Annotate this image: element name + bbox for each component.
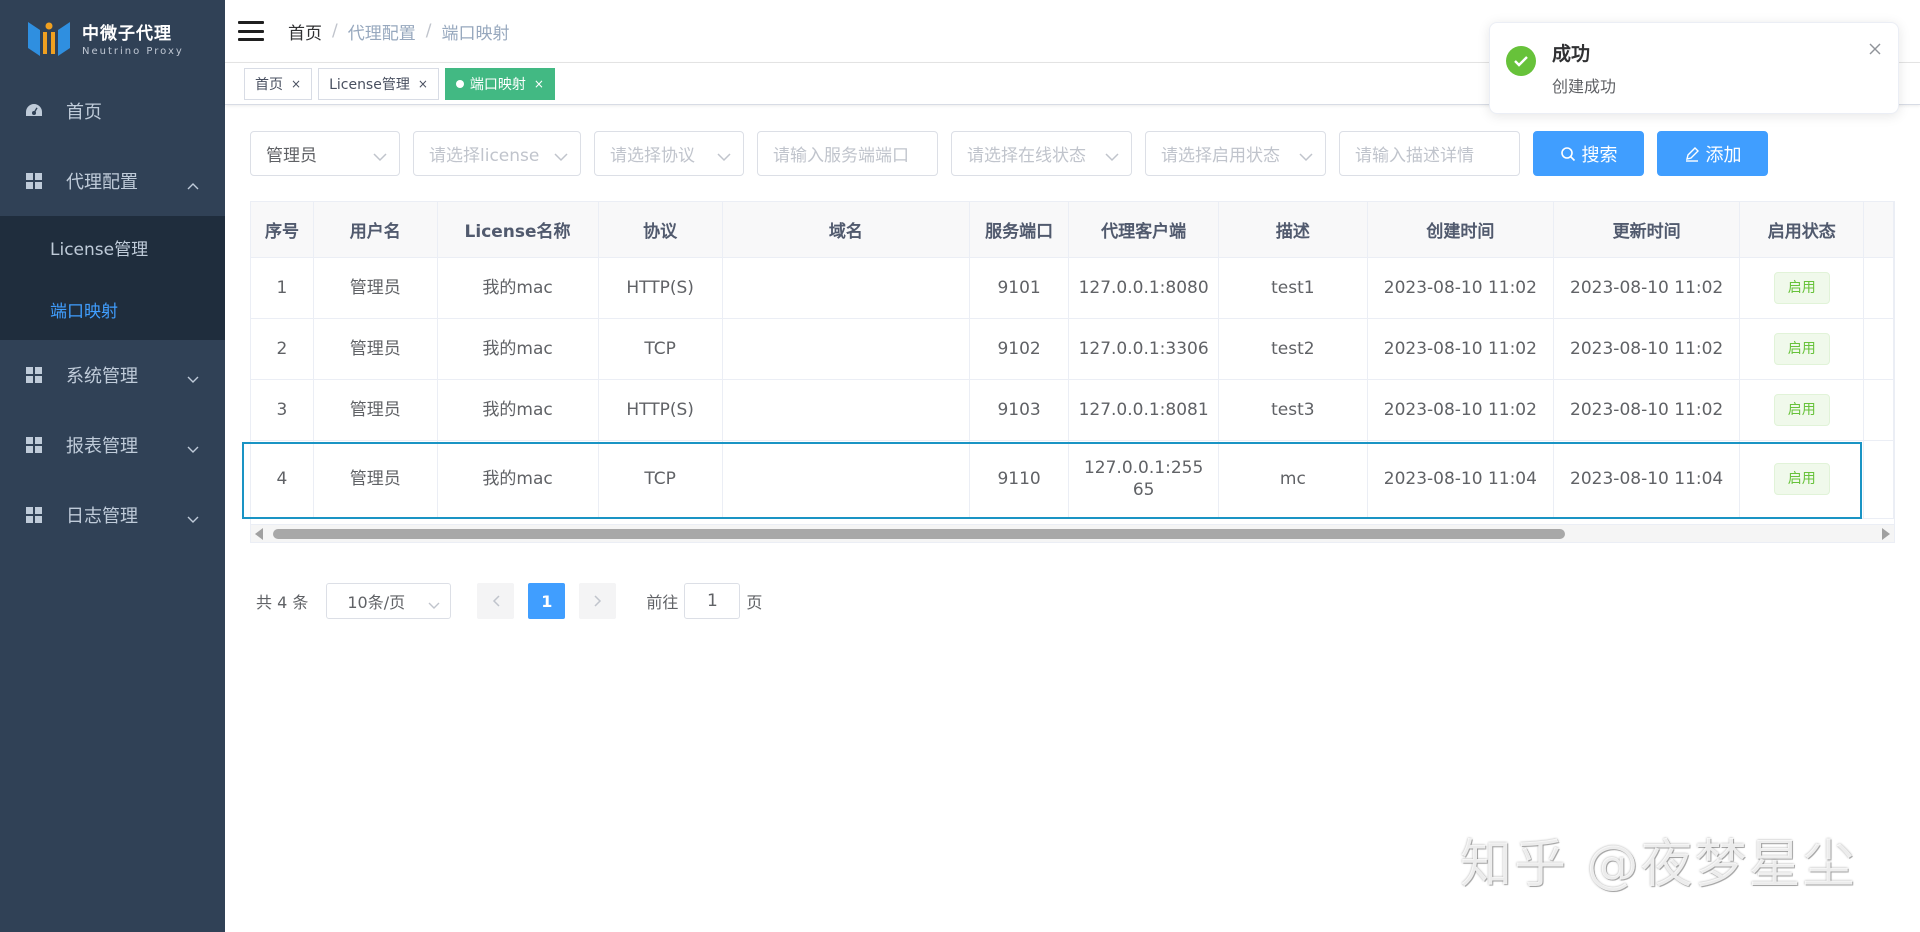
pagination-total: 共 4 条 (256, 593, 309, 612)
sidebar-item-system[interactable]: 系统管理 (0, 340, 225, 410)
page-goto: 前往 1 页 (646, 583, 762, 619)
status-badge: 启用 (1773, 463, 1830, 495)
watermark: 知乎 @夜梦星尘 (1460, 835, 1857, 895)
column-header: 更新时间 (1553, 202, 1741, 258)
chevron-up-icon (187, 174, 199, 195)
status-badge: 启用 (1773, 393, 1830, 426)
page-number-current[interactable]: 1 (528, 583, 566, 619)
sidebar-item-label: 日志管理 (66, 506, 138, 527)
chevron-down-icon (1299, 147, 1313, 167)
chevron-right-icon (594, 595, 601, 607)
sidebar-item-report[interactable]: 报表管理 (0, 410, 225, 480)
column-header: 用户名 (313, 202, 438, 258)
close-icon[interactable]: × (534, 77, 544, 91)
chevron-down-icon (187, 438, 199, 459)
close-icon[interactable]: × (418, 77, 428, 91)
scroll-right-arrow-icon[interactable] (1882, 528, 1890, 540)
description-input[interactable]: 请输入描述详情 (1339, 131, 1520, 176)
grid-icon (24, 365, 44, 385)
license-select[interactable]: 请选择license (413, 131, 581, 176)
chevron-down-icon (373, 147, 387, 167)
chevron-down-icon (187, 508, 199, 529)
chevron-down-icon (187, 368, 199, 389)
port-mapping-table: 序号 用户名 License名称 协议 域名 服务端口 代理客户端 描述 创建时… (250, 201, 1895, 543)
scroll-left-arrow-icon[interactable] (255, 528, 263, 540)
notification-title: 成功 (1552, 43, 1591, 65)
user-select[interactable]: 管理员 (250, 131, 400, 176)
sidebar-item-proxy-config[interactable]: 代理配置 (0, 146, 225, 216)
status-badge: 启用 (1773, 271, 1830, 304)
sidebar-item-home[interactable]: 首页 (0, 76, 225, 146)
tag-license[interactable]: License管理 × (318, 67, 439, 100)
grid-icon (24, 171, 44, 191)
column-header: 描述 (1218, 202, 1368, 258)
column-header: 启用状态 (1739, 202, 1865, 258)
sidebar-item-label: 代理配置 (66, 172, 138, 193)
breadcrumb-port-mapping: 端口映射 (441, 23, 510, 44)
logo-title: 中微子代理 (82, 24, 172, 44)
page-size-select[interactable]: 10条/页 (326, 583, 452, 619)
column-header: 域名 (722, 202, 970, 258)
table-row[interactable]: 1 管理员 我的mac HTTP(S) 9101 127.0.0.1:8080 … (251, 257, 1894, 319)
sidebar: 中微子代理 Neutrino Proxy 首页 代理配置 License管理 端… (0, 0, 225, 932)
submenu-proxy-config: License管理 端口映射 (0, 216, 225, 340)
breadcrumb-proxy-config: 代理配置 (347, 23, 416, 44)
server-port-input[interactable]: 请输入服务端端口 (757, 131, 938, 176)
table-row[interactable]: 2 管理员 我的mac TCP 9102 127.0.0.1:3306 test… (251, 318, 1894, 380)
hamburger-menu-icon[interactable] (238, 20, 264, 42)
chevron-left-icon (492, 595, 500, 607)
dashboard-icon (24, 101, 44, 121)
horizontal-scrollbar[interactable] (251, 524, 1894, 542)
chevron-down-icon (717, 147, 731, 167)
filter-bar: 管理员 请选择license 请选择协议 请输入服务端端口 请选择在线状态 请选… (250, 131, 1781, 176)
search-button[interactable]: 搜索 (1533, 131, 1644, 176)
active-dot-icon (455, 79, 464, 88)
logo-subtitle: Neutrino Proxy (82, 46, 184, 57)
next-page-button[interactable] (579, 583, 617, 619)
table-header-row: 序号 用户名 License名称 协议 域名 服务端口 代理客户端 描述 创建时… (251, 202, 1894, 258)
sidebar-item-license[interactable]: License管理 (0, 216, 225, 278)
scrollbar-thumb[interactable] (273, 529, 1565, 539)
success-notification: 成功 创建成功 (1489, 22, 1899, 114)
add-button[interactable]: 添加 (1657, 131, 1768, 176)
success-check-icon (1506, 46, 1536, 76)
prev-page-button[interactable] (477, 583, 515, 619)
status-badge: 启用 (1773, 332, 1830, 365)
sidebar-item-label: 系统管理 (66, 366, 138, 387)
protocol-select[interactable]: 请选择协议 (594, 131, 744, 176)
pagination: 共 4 条 10条/页 1 前往 1 页 (256, 583, 762, 619)
close-icon[interactable] (1868, 41, 1882, 60)
sidebar-item-label: 首页 (66, 102, 102, 123)
table-row[interactable]: 4 管理员 我的mac TCP 9110 127.0.0.1:25565 mc … (251, 440, 1894, 519)
breadcrumb-home[interactable]: 首页 (288, 19, 322, 44)
sidebar-item-label: 报表管理 (66, 436, 138, 457)
enable-status-select[interactable]: 请选择启用状态 (1145, 131, 1326, 176)
tag-port-mapping[interactable]: 端口映射 × (444, 67, 555, 100)
table-row[interactable]: 3 管理员 我的mac HTTP(S) 9103 127.0.0.1:8081 … (251, 379, 1894, 441)
sidebar-item-port-mapping[interactable]: 端口映射 (0, 278, 225, 340)
column-header: 服务端口 (969, 202, 1070, 258)
chevron-down-icon (554, 147, 568, 167)
column-header: 协议 (598, 202, 723, 258)
logo[interactable]: 中微子代理 Neutrino Proxy (0, 0, 225, 76)
close-icon[interactable]: × (291, 77, 301, 91)
goto-page-input[interactable]: 1 (684, 583, 741, 619)
column-header: License名称 (437, 202, 599, 258)
search-icon (1560, 146, 1576, 162)
edit-icon (1684, 146, 1700, 162)
neutrino-logo-icon (26, 18, 72, 58)
sidebar-item-log[interactable]: 日志管理 (0, 480, 225, 550)
column-header: 序号 (251, 202, 314, 258)
grid-icon (24, 435, 44, 455)
tag-home[interactable]: 首页 × (244, 67, 313, 100)
grid-icon (24, 505, 44, 525)
column-header: 代理客户端 (1068, 202, 1220, 258)
column-header: 创建时间 (1367, 202, 1555, 258)
chevron-down-icon (1105, 147, 1119, 167)
breadcrumb: 首页 / 代理配置 / 端口映射 (288, 19, 509, 44)
chevron-down-icon (428, 595, 440, 614)
online-status-select[interactable]: 请选择在线状态 (951, 131, 1132, 176)
notification-message: 创建成功 (1552, 77, 1617, 96)
